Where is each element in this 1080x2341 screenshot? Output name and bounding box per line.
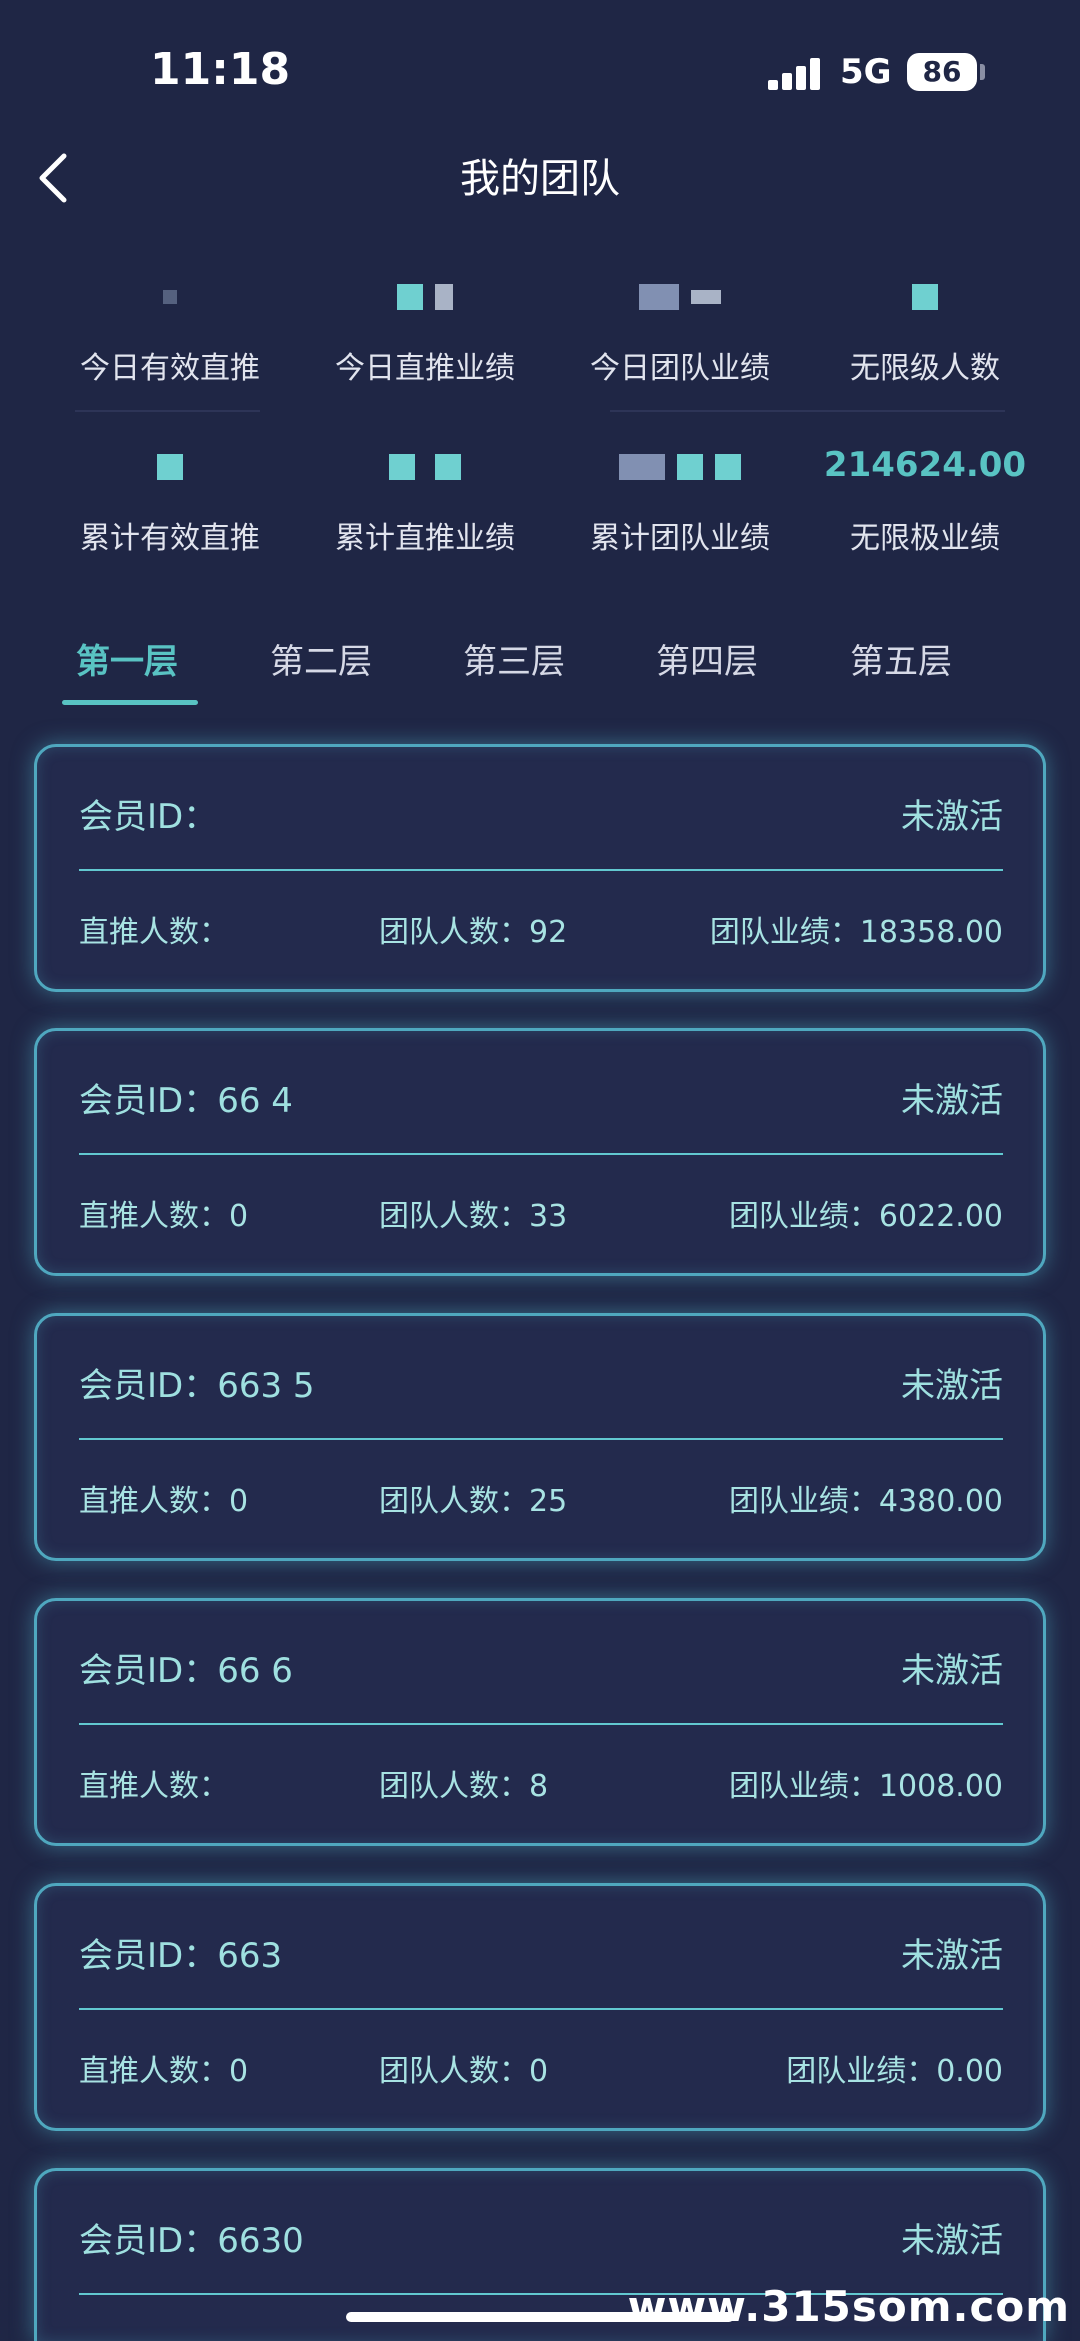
team-performance: 团队业绩：0.00: [786, 2054, 1003, 2089]
direct-count: 直推人数：0: [79, 2054, 249, 2089]
member-id: 会员ID：: [79, 797, 218, 837]
network-type: 5G: [840, 52, 892, 92]
team-count: 团队人数：92: [379, 915, 568, 950]
stat-total-team-perf: 累计团队业绩: [555, 435, 805, 557]
divider: [75, 410, 260, 412]
status-badge: 未激活: [901, 1936, 1003, 1976]
stat-today-effective-direct: 今日有效直推: [45, 265, 295, 387]
card-stats: 直推人数：0 团队人数：0 团队业绩：0.00: [79, 2046, 1003, 2096]
divider: [79, 1153, 1003, 1155]
stats-row-total: 累计有效直推 累计直推业绩 累计团队业绩 214624.00 无限极业绩: [0, 435, 1080, 605]
direct-count: 直推人数：0: [79, 1484, 249, 1519]
tab-level-3[interactable]: 第三层: [463, 634, 565, 683]
team-count: 团队人数：25: [379, 1484, 568, 1519]
redacted-block: [691, 289, 721, 304]
member-card[interactable]: 会员ID：66 4 未激活 直推人数：0 团队人数：33 团队业绩：6022.0…: [34, 1028, 1046, 1276]
team-performance: 团队业绩：4380.00: [728, 1484, 1003, 1519]
stat-value: [800, 265, 1050, 325]
stat-label: 今日有效直推: [80, 351, 260, 386]
team-performance: 团队业绩：1008.00: [728, 1769, 1003, 1804]
stat-value: 214624.00: [823, 445, 1027, 485]
battery-tip: [980, 64, 985, 80]
redacted-block: [677, 453, 703, 480]
stat-value: [555, 265, 805, 325]
stat-today-direct-perf: 今日直推业绩: [300, 265, 550, 387]
divider: [610, 410, 1005, 412]
active-tab-indicator: [62, 700, 198, 705]
member-id: 会员ID：66 6: [79, 1651, 293, 1691]
page-title: 我的团队: [460, 156, 620, 202]
redacted-block: [619, 453, 665, 480]
team-performance: 团队业绩：6022.00: [728, 1199, 1003, 1234]
stat-value: [300, 435, 550, 495]
status-badge: 未激活: [901, 1651, 1003, 1691]
card-stats: 直推人数：0 团队人数：33 团队业绩：6022.00: [79, 1191, 1003, 1241]
redacted-block: [163, 289, 177, 304]
status-badge: 未激活: [901, 797, 1003, 837]
battery-icon: 86: [907, 53, 977, 91]
card-stats: 直推人数： 团队人数：8 团队业绩：1008.00: [79, 1761, 1003, 1811]
stat-value: [555, 435, 805, 495]
stat-total-effective-direct: 累计有效直推: [45, 435, 295, 557]
direct-count: 直推人数：0: [79, 1199, 249, 1234]
divider: [79, 1723, 1003, 1725]
redacted-block: [435, 453, 461, 480]
member-card[interactable]: 会员ID： 未激活 直推人数： 团队人数：92 团队业绩：18358.00: [34, 744, 1046, 992]
member-id: 会员ID：663: [79, 1936, 283, 1976]
stat-label: 无限极业绩: [850, 521, 1000, 556]
direct-count: 直推人数：: [79, 1769, 229, 1804]
tab-level-1[interactable]: 第一层: [76, 634, 178, 683]
stat-label: 累计团队业绩: [590, 521, 770, 556]
member-card[interactable]: 会员ID：66 6 未激活 直推人数： 团队人数：8 团队业绩：1008.00: [34, 1598, 1046, 1846]
stat-value: [45, 435, 295, 495]
stat-total-direct-perf: 累计直推业绩: [300, 435, 550, 557]
stat-today-team-perf: 今日团队业绩: [555, 265, 805, 387]
team-count: 团队人数：0: [379, 2054, 549, 2089]
stat-label: 今日团队业绩: [590, 351, 770, 386]
redacted-block: [157, 453, 183, 480]
member-card[interactable]: 会员ID：663 5 未激活 直推人数：0 团队人数：25 团队业绩：4380.…: [34, 1313, 1046, 1561]
home-indicator[interactable]: [346, 2312, 734, 2322]
signal-icon: [768, 58, 822, 90]
stat-label: 累计有效直推: [80, 521, 260, 556]
card-stats: 直推人数： 团队人数：92 团队业绩：18358.00: [79, 907, 1003, 957]
redacted-block: [389, 453, 415, 480]
stats-panel: 今日有效直推 今日直推业绩 今日团队业绩 无限级人数 累计有效直推 累计直推业绩…: [0, 265, 1080, 605]
card-stats: 直推人数：0 团队人数：25 团队业绩：4380.00: [79, 1476, 1003, 1526]
divider: [79, 2008, 1003, 2010]
stat-label: 今日直推业绩: [335, 351, 515, 386]
tab-level-2[interactable]: 第二层: [270, 634, 372, 683]
redacted-block: [912, 283, 938, 310]
divider: [79, 1438, 1003, 1440]
stat-unlimited-perf: 214624.00 无限极业绩: [800, 435, 1050, 557]
member-card[interactable]: 会员ID：663 未激活 直推人数：0 团队人数：0 团队业绩：0.00: [34, 1883, 1046, 2131]
direct-count: 直推人数：: [79, 915, 229, 950]
nav-bar: 我的团队: [0, 130, 1080, 220]
stat-unlimited-count: 无限级人数: [800, 265, 1050, 387]
tab-level-5[interactable]: 第五层: [850, 634, 952, 683]
team-count: 团队人数：33: [379, 1199, 568, 1234]
stat-label: 累计直推业绩: [335, 521, 515, 556]
status-badge: 未激活: [901, 2221, 1003, 2261]
status-badge: 未激活: [901, 1081, 1003, 1121]
member-id: 会员ID：66 4: [79, 1081, 293, 1121]
member-id: 会员ID：663 5: [79, 1366, 315, 1406]
divider: [79, 869, 1003, 871]
tab-level-4[interactable]: 第四层: [656, 634, 758, 683]
status-bar: 11:18 5G 86: [0, 0, 1080, 140]
redacted-block: [715, 453, 741, 480]
status-badge: 未激活: [901, 1366, 1003, 1406]
status-time: 11:18: [150, 44, 291, 95]
team-performance: 团队业绩：18358.00: [709, 915, 1003, 950]
stat-value: [45, 265, 295, 325]
team-count: 团队人数：8: [379, 1769, 549, 1804]
stat-label: 无限级人数: [850, 351, 1000, 386]
watermark-text: www.315som.com: [627, 2282, 1070, 2331]
member-id: 会员ID：6630: [79, 2221, 304, 2261]
stat-value: [300, 265, 550, 325]
redacted-block: [397, 283, 423, 310]
level-tabs: 第一层 第二层 第三层 第四层 第五层: [0, 620, 1080, 710]
redacted-block: [639, 283, 679, 310]
redacted-block: [435, 283, 453, 310]
